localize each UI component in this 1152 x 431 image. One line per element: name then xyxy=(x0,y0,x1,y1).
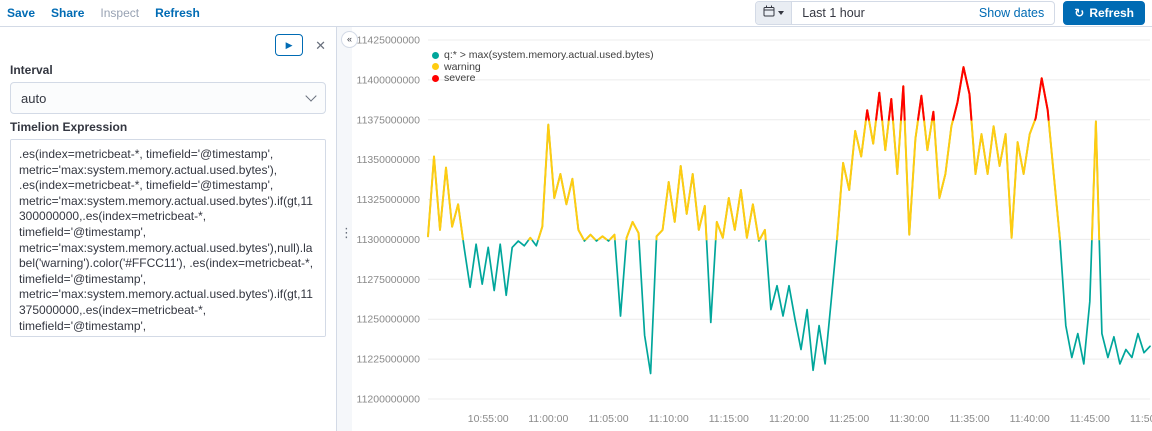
timelion-editor-panel: ▶ ✕ Interval auto Timelion Expression .e… xyxy=(0,27,337,431)
svg-text:11:25:00: 11:25:00 xyxy=(829,413,869,425)
refresh-icon: ↻ xyxy=(1074,6,1085,20)
series-severe-dot xyxy=(432,74,439,82)
svg-text:11425000000: 11425000000 xyxy=(357,35,421,47)
legend-item: q:* > max(system.memory.actual.used.byte… xyxy=(432,50,654,61)
chevron-down-icon xyxy=(305,90,317,102)
top-nav-bar: Save Share Inspect Refresh Last 1 hour S… xyxy=(0,0,1152,27)
svg-text:11:45:00: 11:45:00 xyxy=(1070,413,1110,425)
svg-text:11350000000: 11350000000 xyxy=(357,154,421,166)
svg-text:11400000000: 11400000000 xyxy=(357,74,421,86)
timelion-chart-pane: 11200000000 11225000000 11250000000 1127500… xyxy=(352,27,1152,431)
svg-text:11200000000: 11200000000 xyxy=(357,394,421,406)
svg-text:11:30:00: 11:30:00 xyxy=(889,413,929,425)
expression-label: Timelion Expression xyxy=(10,120,128,134)
panel-resize-handle[interactable]: ⋮ xyxy=(340,226,353,239)
interval-value: auto xyxy=(21,90,47,106)
svg-text:11:05:00: 11:05:00 xyxy=(588,413,628,425)
calendar-dropdown-button[interactable] xyxy=(756,2,793,24)
expression-textarea[interactable]: .es(index=metricbeat-*, timefield='@time… xyxy=(10,139,326,337)
svg-text:10:55:00: 10:55:00 xyxy=(468,413,509,425)
svg-text:11:00:00: 11:00:00 xyxy=(528,413,568,425)
interval-label: Interval xyxy=(10,63,53,77)
svg-text:11250000000: 11250000000 xyxy=(357,314,421,326)
series-warning-dot xyxy=(432,63,439,71)
interval-select[interactable]: auto xyxy=(10,82,326,114)
svg-text:11:35:00: 11:35:00 xyxy=(949,413,989,425)
nav-links: Save Share Inspect Refresh xyxy=(7,6,200,20)
svg-text:11:40:00: 11:40:00 xyxy=(1010,413,1050,425)
legend-item: severe xyxy=(432,73,654,84)
legend-item: warning xyxy=(432,60,654,73)
time-picker: Last 1 hour Show dates ↻ Refresh xyxy=(755,1,1145,25)
refresh-button[interactable]: ↻ Refresh xyxy=(1063,1,1145,25)
legend-label: warning xyxy=(444,60,481,73)
svg-text:11325000000: 11325000000 xyxy=(357,194,421,206)
play-icon: ▶ xyxy=(285,39,293,50)
svg-text:11:10:00: 11:10:00 xyxy=(649,413,689,425)
collapse-panel-button[interactable]: « xyxy=(341,31,358,48)
svg-text:11:50:00: 11:50:00 xyxy=(1130,413,1152,425)
editor-actions: ▶ ✕ xyxy=(10,33,326,57)
time-range-value[interactable]: Last 1 hour xyxy=(792,6,875,20)
svg-text:11375000000: 11375000000 xyxy=(357,114,421,126)
legend-label: severe xyxy=(444,72,476,84)
legend-label: q:* > max(system.memory.actual.used.byte… xyxy=(444,49,654,61)
show-dates-link[interactable]: Show dates xyxy=(979,6,1054,20)
svg-text:11:15:00: 11:15:00 xyxy=(709,413,749,425)
svg-text:11225000000: 11225000000 xyxy=(357,354,421,366)
time-picker-group: Last 1 hour Show dates xyxy=(755,1,1056,25)
svg-text:11:20:00: 11:20:00 xyxy=(769,413,809,425)
close-icon[interactable]: ✕ xyxy=(315,39,326,52)
save-button[interactable]: Save xyxy=(7,6,35,20)
svg-text:11275000000: 11275000000 xyxy=(357,274,421,286)
refresh-link[interactable]: Refresh xyxy=(155,6,200,20)
timelion-chart[interactable]: 11200000000 11225000000 11250000000 1127500… xyxy=(352,27,1152,431)
refresh-button-label: Refresh xyxy=(1089,6,1134,20)
chart-legend: q:* > max(system.memory.actual.used.byte… xyxy=(432,50,654,85)
calendar-icon xyxy=(763,4,775,22)
share-button[interactable]: Share xyxy=(51,6,84,20)
svg-text:11300000000: 11300000000 xyxy=(357,234,421,246)
series-base-dot xyxy=(432,51,439,59)
inspect-button[interactable]: Inspect xyxy=(100,6,139,20)
play-button[interactable]: ▶ xyxy=(275,34,304,56)
chevron-down-icon xyxy=(778,11,785,15)
